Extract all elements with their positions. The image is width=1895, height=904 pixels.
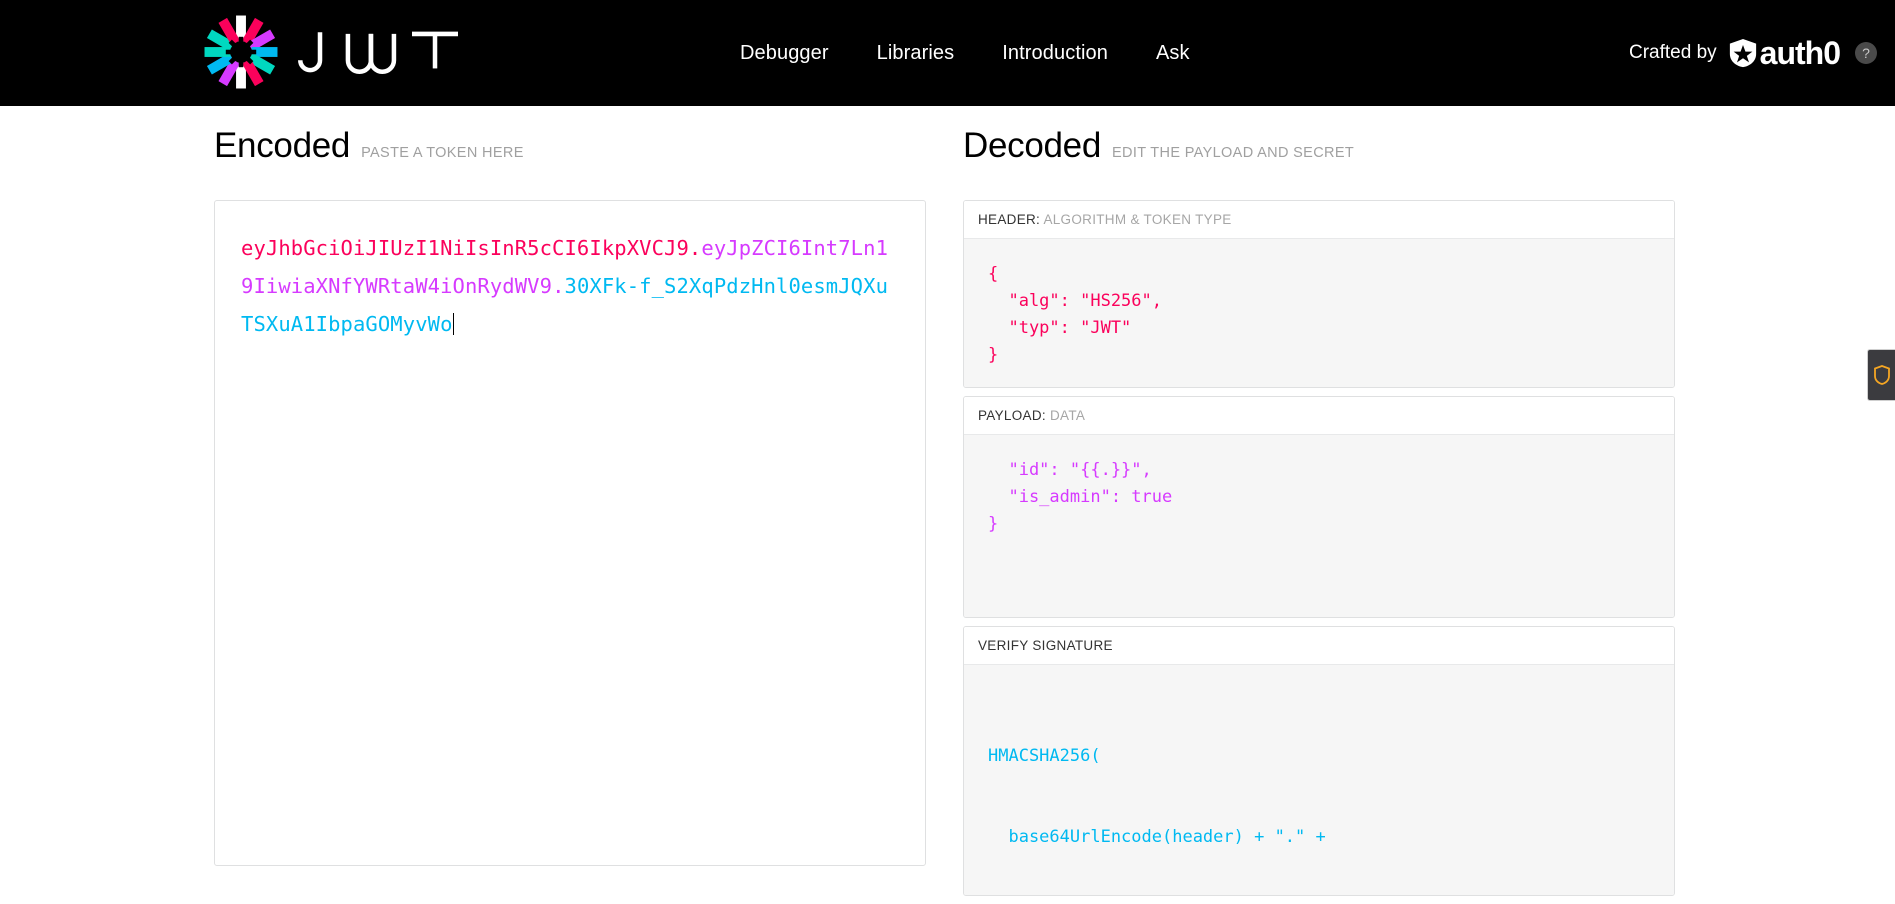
token-separator-1: .	[688, 236, 702, 260]
header-label-main: HEADER:	[978, 212, 1041, 227]
nav-link-ask[interactable]: Ask	[1156, 42, 1190, 65]
signature-panel-label: VERIFY SIGNATURE	[964, 627, 1674, 665]
payload-panel-label: PAYLOAD: DATA	[964, 397, 1674, 435]
payload-label-sub: DATA	[1050, 408, 1086, 423]
crafted-by-auth0[interactable]: Crafted by auth0 ?	[1629, 0, 1877, 106]
nav-link-introduction[interactable]: Introduction	[1002, 42, 1108, 65]
shield-icon	[1873, 365, 1890, 385]
help-icon[interactable]: ?	[1855, 42, 1877, 64]
payload-json-editor[interactable]: "id": "{{.}}", "is_admin": true }	[964, 435, 1674, 617]
browser-extension-tab[interactable]	[1867, 349, 1895, 401]
signature-line-hmac: HMACSHA256(	[988, 746, 1101, 766]
header-json-editor[interactable]: { "alg": "HS256", "typ": "JWT" }	[964, 239, 1674, 387]
decoded-subtitle: EDIT THE PAYLOAD AND SECRET	[1112, 145, 1355, 161]
encoded-token-text: eyJhbGciOiJIUzI1NiIsInR5cCI6IkpXVCJ9.eyJ…	[241, 229, 899, 343]
encoded-heading: Encoded PASTE A TOKEN HERE	[214, 128, 524, 163]
signature-line-header: base64UrlEncode(header) + "." +	[988, 827, 1326, 847]
jwt-pinwheel-icon	[204, 15, 278, 89]
encoded-subtitle: PASTE A TOKEN HERE	[361, 145, 524, 161]
top-navigation-bar: Debugger Libraries Introduction Ask Craf…	[0, 0, 1895, 106]
decoded-panels: HEADER: ALGORITHM & TOKEN TYPE { "alg": …	[963, 200, 1675, 904]
encoded-token-input[interactable]: eyJhbGciOiJIUzI1NiIsInR5cCI6IkpXVCJ9.eyJ…	[214, 200, 926, 866]
header-label-sub: ALGORITHM & TOKEN TYPE	[1043, 212, 1232, 227]
jwt-wordmark	[298, 31, 458, 74]
decoded-heading: Decoded EDIT THE PAYLOAD AND SECRET	[963, 128, 1354, 163]
verify-signature-panel: VERIFY SIGNATURE HMACSHA256( base64UrlEn…	[963, 626, 1675, 896]
crafted-by-label: Crafted by	[1629, 42, 1717, 63]
signature-label-main: VERIFY SIGNATURE	[978, 638, 1113, 653]
auth0-shield-icon	[1729, 38, 1756, 68]
nav-link-debugger[interactable]: Debugger	[740, 42, 829, 65]
decoded-header-panel: HEADER: ALGORITHM & TOKEN TYPE { "alg": …	[963, 200, 1675, 388]
nav-link-libraries[interactable]: Libraries	[877, 42, 955, 65]
token-separator-2: .	[552, 274, 565, 298]
header-panel-label: HEADER: ALGORITHM & TOKEN TYPE	[964, 201, 1674, 239]
payload-label-main: PAYLOAD:	[978, 408, 1046, 423]
auth0-wordmark: auth0	[1759, 35, 1841, 71]
decoded-payload-panel: PAYLOAD: DATA "id": "{{.}}", "is_admin":…	[963, 396, 1675, 618]
main-nav-links: Debugger Libraries Introduction Ask	[740, 0, 1190, 106]
text-caret	[452, 313, 455, 335]
signature-formula-area: HMACSHA256( base64UrlEncode(header) + ".…	[964, 665, 1674, 895]
encoded-title: Encoded	[214, 126, 351, 165]
token-header-segment: eyJhbGciOiJIUzI1NiIsInR5cCI6IkpXVCJ9	[241, 236, 689, 260]
decoded-title: Decoded	[963, 126, 1102, 165]
auth0-logo[interactable]: auth0	[1728, 35, 1841, 71]
jwt-brand-logo[interactable]	[203, 14, 470, 90]
